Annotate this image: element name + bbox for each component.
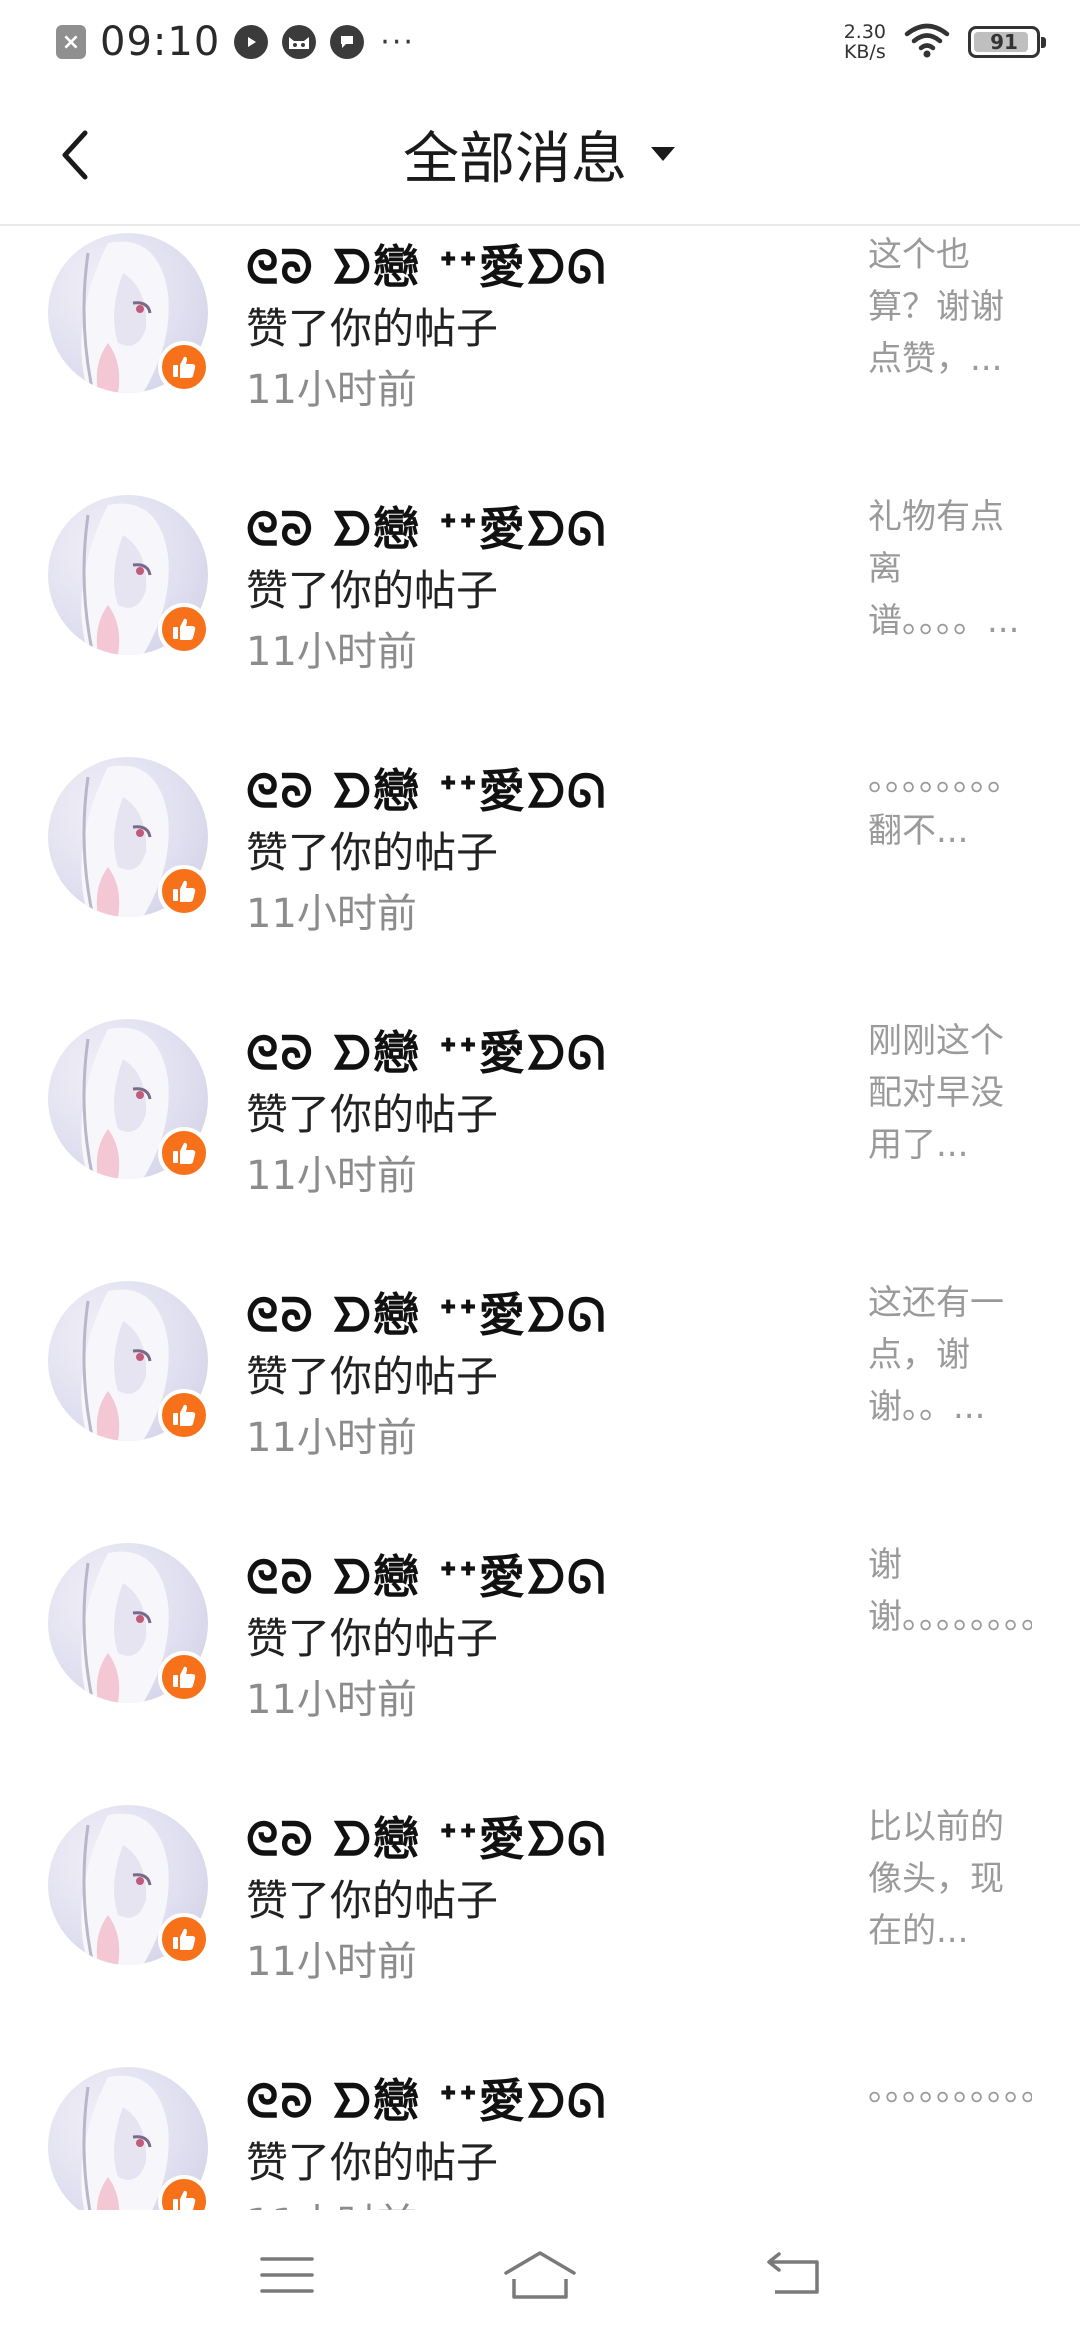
username[interactable]: ᘓᘐ ᗤ戀 ᕀᕀ愛ᗤᘏ: [246, 231, 766, 294]
thumbs-up-icon: [158, 1389, 210, 1441]
message-item-4[interactable]: ᘓᘐ ᗤ戀 ᕀᕀ愛ᗤᘏ 赞了你的帖子 11小时前 刚刚这个配对早没用了...: [0, 973, 1080, 1235]
thumbs-up-icon: [158, 1651, 210, 1703]
thumbs-up-icon: [158, 865, 210, 917]
action-text: 赞了你的帖子: [246, 1876, 499, 1925]
status-time: 09:10: [100, 19, 221, 65]
timestamp: 11小时前: [246, 2191, 417, 2210]
thumbs-up-icon: [158, 1127, 210, 1179]
network-speed: 2.30 KB/s: [844, 22, 886, 62]
message-item-6[interactable]: ᘓᘐ ᗤ戀 ᕀᕀ愛ᗤᘏ 赞了你的帖子 11小时前 谢谢。。。。。。。。...: [0, 1497, 1080, 1759]
post-snippet[interactable]: 谢谢。。。。。。。。...: [868, 1539, 1032, 1643]
menu-icon: [259, 2257, 314, 2293]
action-text: 赞了你的帖子: [246, 1352, 499, 1401]
status-bar: × 09:10 ··· 2.30 KB/s 91: [0, 0, 1080, 84]
timestamp: 11小时前: [246, 1939, 417, 1985]
status-right: 2.30 KB/s 91: [844, 22, 1046, 62]
username[interactable]: ᘓᘐ ᗤ戀 ᕀᕀ愛ᗤᘏ: [246, 1279, 766, 1342]
action-text: 赞了你的帖子: [246, 2138, 499, 2187]
username[interactable]: ᘓᘐ ᗤ戀 ᕀᕀ愛ᗤᘏ: [246, 1803, 766, 1866]
chat-bubble-icon: [330, 25, 365, 59]
status-left: × 09:10 ···: [56, 19, 415, 65]
post-snippet[interactable]: 。。。。。。。。翻不...: [868, 753, 1032, 857]
wifi-icon: [904, 22, 950, 62]
username[interactable]: ᘓᘐ ᗤ戀 ᕀᕀ愛ᗤᘏ: [246, 1017, 766, 1080]
message-item-5[interactable]: ᘓᘐ ᗤ戀 ᕀᕀ愛ᗤᘏ 赞了你的帖子 11小时前 这还有一点，谢谢。。...: [0, 1235, 1080, 1497]
header: 全部消息: [0, 84, 1080, 226]
username[interactable]: ᘓᘐ ᗤ戀 ᕀᕀ愛ᗤᘏ: [246, 1541, 766, 1604]
post-snippet[interactable]: 刚刚这个配对早没用了...: [868, 1015, 1032, 1171]
post-snippet[interactable]: 比以前的像头，现在的...: [868, 1801, 1032, 1957]
caret-down-icon: [651, 147, 675, 161]
close-box-icon: ×: [56, 25, 86, 59]
username[interactable]: ᘓᘐ ᗤ戀 ᕀᕀ愛ᗤᘏ: [246, 493, 766, 556]
username[interactable]: ᘓᘐ ᗤ戀 ᕀᕀ愛ᗤᘏ: [246, 2065, 766, 2128]
battery-icon: 91: [968, 26, 1046, 58]
thumbs-up-icon: [158, 341, 210, 393]
timestamp: 11小时前: [246, 367, 417, 413]
message-item-3[interactable]: ᘓᘐ ᗤ戀 ᕀᕀ愛ᗤᘏ 赞了你的帖子 11小时前 。。。。。。。。翻不...: [0, 711, 1080, 973]
action-text: 赞了你的帖子: [246, 304, 499, 353]
thumbs-up-icon: [158, 603, 210, 655]
chevron-left-icon: [62, 130, 88, 180]
battery-level: 91: [990, 30, 1018, 54]
system-nav-bar: [0, 2210, 1080, 2340]
timestamp: 11小时前: [246, 1153, 417, 1199]
thumbs-up-icon: [158, 1913, 210, 1965]
action-text: 赞了你的帖子: [246, 1090, 499, 1139]
net-speed-unit: KB/s: [843, 41, 886, 63]
more-notifications-dots: ···: [380, 24, 415, 60]
back-icon: [767, 2252, 820, 2294]
net-speed-value: 2.30: [843, 21, 886, 43]
message-item-8[interactable]: ᘓᘐ ᗤ戀 ᕀᕀ愛ᗤᘏ 赞了你的帖子 11小时前 。。。。。。。。。。...: [0, 2021, 1080, 2210]
page-title: 全部消息: [403, 126, 627, 192]
post-snippet[interactable]: 。。。。。。。。。。...: [868, 2063, 1032, 2115]
message-list-content: ᘓᘐ ᗤ戀 ᕀᕀ愛ᗤᘏ 赞了你的帖子 11小时前 这个也算？谢谢点赞，... ᘓ…: [0, 227, 1080, 2210]
cat-icon: [282, 25, 317, 59]
home-icon: [504, 2251, 576, 2299]
post-snippet[interactable]: 这个也算？谢谢点赞，...: [868, 229, 1032, 385]
post-snippet[interactable]: 这还有一点，谢谢。。...: [868, 1277, 1032, 1433]
message-item-7[interactable]: ᘓᘐ ᗤ戀 ᕀᕀ愛ᗤᘏ 赞了你的帖子 11小时前 比以前的像头，现在的...: [0, 1759, 1080, 2021]
timestamp: 11小时前: [246, 891, 417, 937]
message-item-2[interactable]: ᘓᘐ ᗤ戀 ᕀᕀ愛ᗤᘏ 赞了你的帖子 11小时前 礼物有点离谱。。。。...: [0, 449, 1080, 711]
message-item-1[interactable]: ᘓᘐ ᗤ戀 ᕀᕀ愛ᗤᘏ 赞了你的帖子 11小时前 这个也算？谢谢点赞，...: [0, 227, 1080, 449]
timestamp: 11小时前: [246, 629, 417, 675]
post-snippet[interactable]: 礼物有点离谱。。。。...: [868, 491, 1032, 647]
back-nav-button[interactable]: [748, 2240, 838, 2310]
timestamp: 11小时前: [246, 1677, 417, 1723]
message-list[interactable]: ᘓᘐ ᗤ戀 ᕀᕀ愛ᗤᘏ 赞了你的帖子 11小时前 这个也算？谢谢点赞，... ᘓ…: [0, 227, 1080, 2210]
timestamp: 11小时前: [246, 1415, 417, 1461]
action-text: 赞了你的帖子: [246, 828, 499, 877]
home-button[interactable]: [495, 2240, 585, 2310]
play-icon: [234, 25, 269, 59]
username[interactable]: ᘓᘐ ᗤ戀 ᕀᕀ愛ᗤᘏ: [246, 755, 766, 818]
action-text: 赞了你的帖子: [246, 566, 499, 615]
action-text: 赞了你的帖子: [246, 1614, 499, 1663]
menu-button[interactable]: [242, 2240, 332, 2310]
back-button[interactable]: [40, 120, 110, 190]
title-dropdown[interactable]: 全部消息: [403, 114, 677, 195]
